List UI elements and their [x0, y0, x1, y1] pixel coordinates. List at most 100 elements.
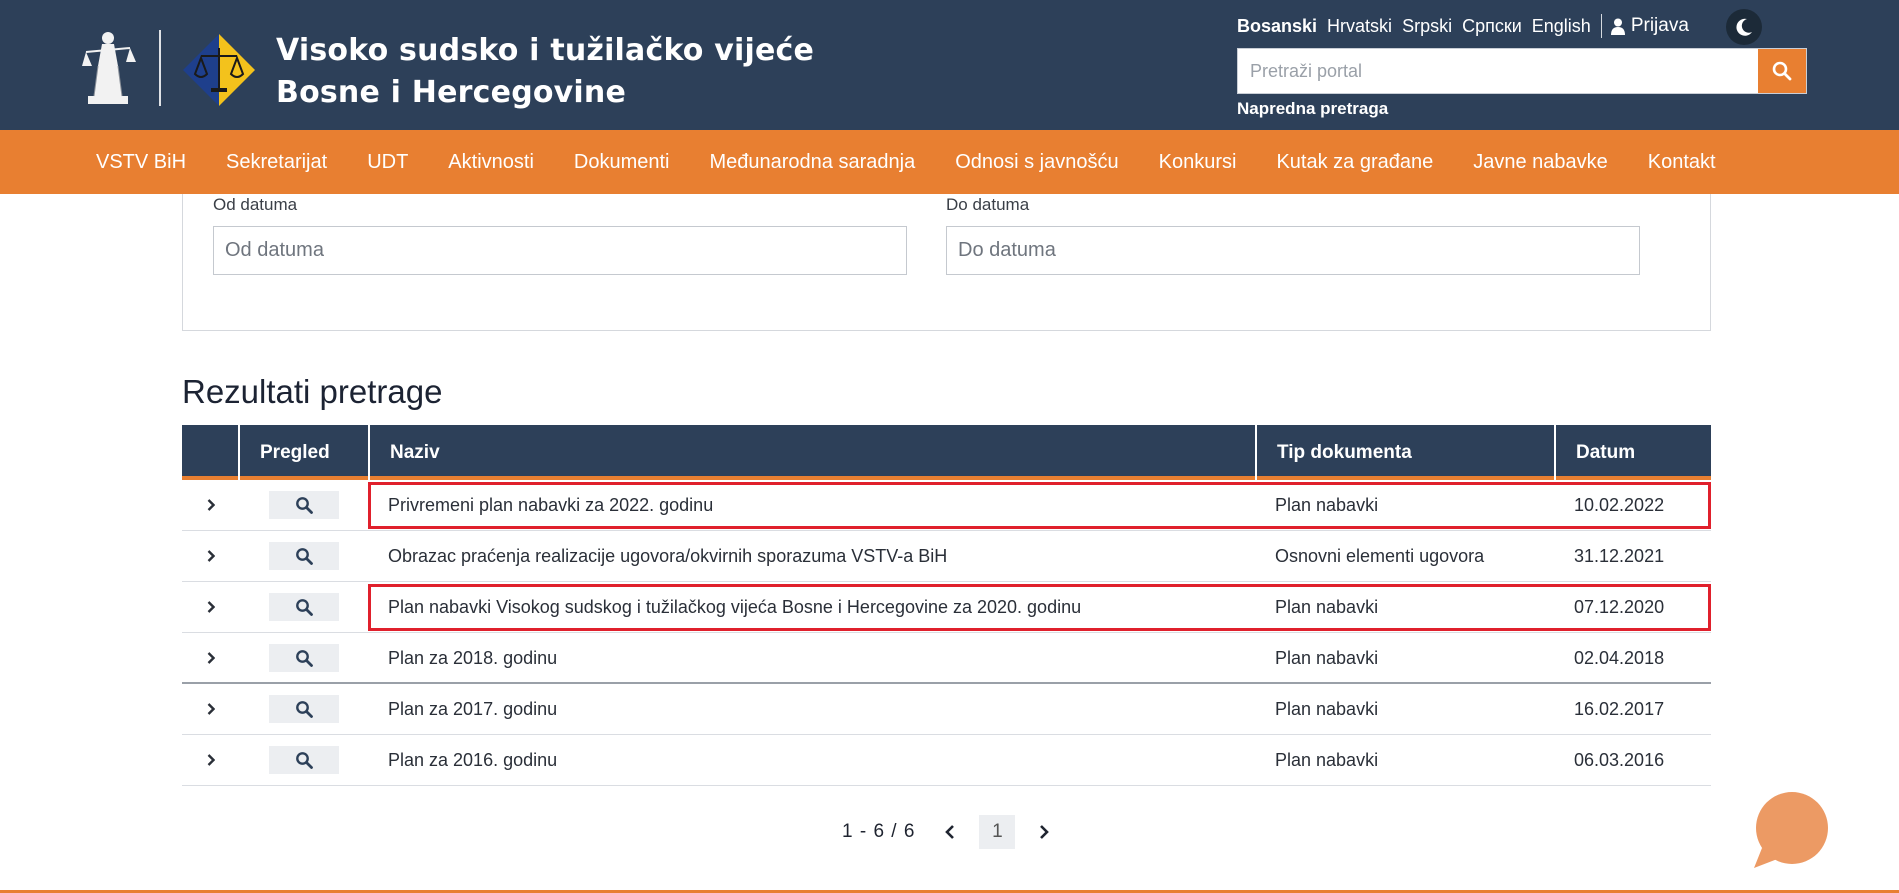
moon-icon	[1736, 18, 1752, 36]
portal-search-button[interactable]	[1758, 49, 1806, 93]
portal-search-input[interactable]	[1238, 49, 1758, 93]
chevron-right-icon	[207, 652, 215, 664]
cell-datum: 10.02.2022	[1574, 494, 1665, 515]
row-expand-toggle[interactable]	[182, 735, 240, 785]
table-row: Plan za 2018. godinu Plan nabavki 02.04.20…	[182, 633, 1711, 684]
lang-srpski-latin[interactable]: Srpski	[1402, 16, 1452, 37]
advanced-search-link[interactable]: Napredna pretraga	[1237, 99, 1388, 119]
chevron-right-icon	[1040, 825, 1050, 839]
cell-naziv[interactable]: Plan za 2018. godinu	[388, 633, 557, 683]
nav-item-konkursi[interactable]: Konkursi	[1159, 151, 1237, 174]
pagination-next[interactable]	[1035, 825, 1053, 839]
table-row: Privremeni plan nabavki za 2022. godinu P…	[182, 480, 1711, 531]
header-divider	[159, 30, 161, 106]
nav-item-kontakt[interactable]: Kontakt	[1648, 151, 1716, 174]
justice-statue-logo[interactable]	[72, 26, 142, 110]
results-table: Pregled Naziv Tip dokumenta Datum Privre…	[182, 425, 1711, 786]
to-date-input[interactable]	[946, 226, 1640, 275]
cell-tip-dokumenta: Plan nabavki	[1275, 749, 1379, 770]
lang-hrvatski[interactable]: Hrvatski	[1327, 16, 1392, 37]
row-expand-toggle[interactable]	[182, 633, 240, 683]
site-title[interactable]: Visoko sudsko i tužilačko vijeće Bosne i…	[276, 30, 814, 114]
table-row: Plan nabavki Visokog sudskog i tužilačko…	[182, 582, 1711, 633]
magnifier-icon	[296, 752, 313, 769]
nav-item-vstv-bih[interactable]: VSTV BiH	[96, 151, 186, 174]
magnifier-icon	[296, 548, 313, 565]
nav-item-dokumenti[interactable]: Dokumenti	[574, 151, 670, 174]
main-nav: VSTV BiH Sekretarijat UDT Aktivnosti Dok…	[0, 130, 1899, 194]
language-bar: Bosanski Hrvatski Srpski Српски English …	[1237, 12, 1689, 40]
pagination-page[interactable]: 1	[979, 815, 1016, 849]
row-expand-toggle[interactable]	[182, 582, 240, 632]
preview-button[interactable]	[269, 644, 339, 672]
site-header: Visoko sudsko i tužilačko vijeće Bosne i…	[0, 0, 1899, 130]
cell-datum: 07.12.2020	[1574, 596, 1665, 617]
row-expand-toggle[interactable]	[182, 684, 240, 734]
preview-button[interactable]	[269, 746, 339, 774]
nav-item-udt[interactable]: UDT	[367, 151, 408, 174]
cell-datum: 06.03.2016	[1574, 749, 1665, 770]
preview-button[interactable]	[269, 491, 339, 519]
cell-datum: 02.04.2018	[1574, 647, 1665, 668]
column-header-pregled[interactable]: Pregled	[240, 425, 370, 480]
to-date-label: Do datuma	[946, 195, 1030, 214]
cell-tip-dokumenta: Plan nabavki	[1275, 494, 1379, 515]
cell-tip-dokumenta: Plan nabavki	[1275, 698, 1379, 719]
cell-naziv[interactable]: Plan nabavki Visokog sudskog i tužilačko…	[388, 582, 1081, 632]
pagination-prev[interactable]	[941, 825, 959, 839]
nav-item-odnosi-s-javnoscu[interactable]: Odnosi s javnošću	[955, 151, 1118, 174]
cell-naziv[interactable]: Plan za 2016. godinu	[388, 735, 557, 785]
preview-button[interactable]	[269, 695, 339, 723]
lang-english[interactable]: English	[1532, 16, 1591, 37]
column-header-tip-dokumenta[interactable]: Tip dokumenta	[1257, 425, 1556, 480]
magnifier-icon	[296, 497, 313, 514]
cell-tip-dokumenta: Plan nabavki	[1275, 596, 1379, 617]
portal-search	[1237, 48, 1807, 94]
nav-item-medunarodna-saradnja[interactable]: Međunarodna saradnja	[710, 151, 916, 174]
results-title: Rezultati pretrage	[182, 373, 443, 410]
table-row: Plan za 2016. godinu Plan nabavki 06.03.20…	[182, 735, 1711, 786]
cell-tip-dokumenta: Osnovni elementi ugovora	[1275, 545, 1485, 566]
lang-srpski-cyrillic[interactable]: Српски	[1462, 16, 1522, 37]
nav-item-javne-nabavke[interactable]: Javne nabavke	[1473, 151, 1608, 174]
chevron-right-icon	[207, 550, 215, 562]
chevron-left-icon	[945, 825, 955, 839]
chevron-right-icon	[207, 703, 215, 715]
lang-bosanski[interactable]: Bosanski	[1237, 16, 1317, 37]
chevron-right-icon	[207, 601, 215, 613]
from-date-label: Od datuma	[213, 195, 298, 214]
magnifier-icon	[296, 701, 313, 718]
chevron-right-icon	[207, 754, 215, 766]
dark-mode-toggle[interactable]	[1726, 9, 1762, 45]
cell-naziv[interactable]: Plan za 2017. godinu	[388, 684, 557, 734]
nav-item-kutak-za-gradane[interactable]: Kutak za građane	[1276, 151, 1433, 174]
nav-item-sekretarijat[interactable]: Sekretarijat	[226, 151, 327, 174]
chat-bubble-icon[interactable]	[1752, 792, 1828, 868]
row-expand-toggle[interactable]	[182, 531, 240, 581]
preview-button[interactable]	[269, 542, 339, 570]
column-header-naziv[interactable]: Naziv	[370, 425, 1257, 480]
lang-separator	[1600, 14, 1602, 38]
table-body: Privremeni plan nabavki za 2022. godinu P…	[182, 480, 1711, 786]
pagination: 1 - 6 / 6 1	[842, 815, 1053, 849]
table-row: Obrazac praćenja realizacije ugovora/okv…	[182, 531, 1711, 582]
site-title-line1: Visoko sudsko i tužilačko vijeće	[276, 33, 815, 68]
login-link[interactable]: Prijava	[1610, 15, 1689, 37]
cell-naziv[interactable]: Obrazac praćenja realizacije ugovora/okv…	[388, 531, 947, 581]
cell-datum: 31.12.2021	[1574, 545, 1665, 566]
table-header: Pregled Naziv Tip dokumenta Datum	[182, 425, 1711, 480]
magnifier-icon	[296, 650, 313, 667]
column-header-datum[interactable]: Datum	[1556, 425, 1711, 480]
pagination-count: 1 - 6 / 6	[842, 821, 916, 842]
nav-item-aktivnosti[interactable]: Aktivnosti	[448, 151, 534, 174]
vstv-logo[interactable]	[181, 30, 257, 106]
login-label: Prijava	[1630, 15, 1689, 36]
preview-button[interactable]	[269, 593, 339, 621]
chevron-right-icon	[207, 499, 215, 511]
from-date-input[interactable]	[213, 226, 907, 275]
cell-datum: 16.02.2017	[1574, 698, 1665, 719]
cell-tip-dokumenta: Plan nabavki	[1275, 647, 1379, 668]
row-expand-toggle[interactable]	[182, 480, 240, 530]
cell-naziv[interactable]: Privremeni plan nabavki za 2022. godinu	[388, 480, 713, 530]
user-icon	[1610, 18, 1625, 35]
